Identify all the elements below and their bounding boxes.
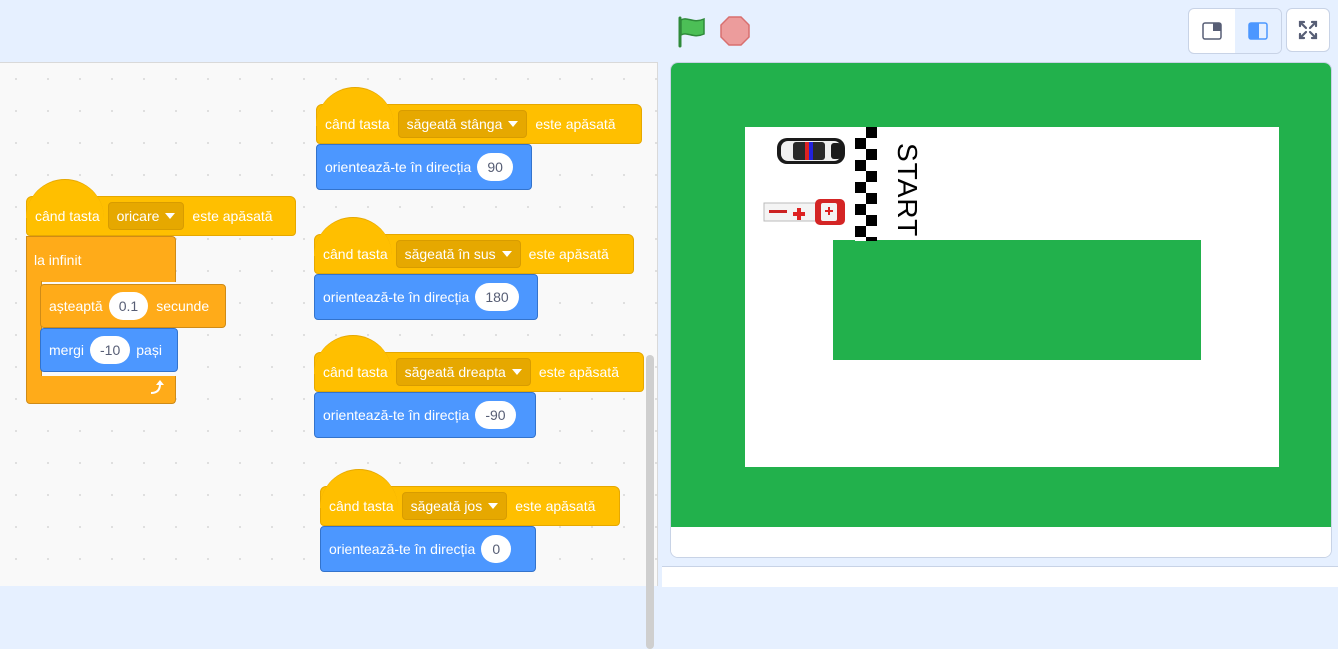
stop-icon[interactable] bbox=[718, 14, 752, 48]
direction-input[interactable]: 180 bbox=[475, 283, 519, 311]
green-flag-icon[interactable] bbox=[674, 14, 710, 48]
direction-input[interactable]: 0 bbox=[481, 535, 512, 563]
hat-label-suffix: este apăsată bbox=[535, 116, 616, 132]
move-label: mergi bbox=[49, 342, 85, 358]
key-value: săgeată stânga bbox=[406, 116, 503, 132]
chevron-down-icon bbox=[165, 213, 176, 219]
point-direction-block[interactable]: orientează-te în direcția 180 bbox=[314, 274, 538, 320]
when-up-arrow-hat[interactable]: când tasta săgeată în sus este apăsată bbox=[314, 217, 634, 274]
direction-input[interactable]: 90 bbox=[477, 153, 513, 181]
point-label: orientează-te în direcția bbox=[323, 289, 470, 305]
forever-label: la infinit bbox=[34, 252, 82, 268]
hat-label-suffix: este apăsată bbox=[192, 208, 273, 224]
chevron-down-icon bbox=[501, 251, 512, 257]
loop-arrow-icon bbox=[150, 380, 164, 394]
inner-grass bbox=[833, 240, 1201, 360]
hat-label-suffix: este apăsată bbox=[515, 498, 596, 514]
sprite-info-panel bbox=[662, 566, 1338, 587]
workspace-scrollbar[interactable] bbox=[646, 355, 654, 649]
move-steps-block[interactable]: mergi -10 pași bbox=[40, 328, 178, 372]
small-stage-icon[interactable] bbox=[1189, 9, 1236, 53]
stage-footer bbox=[671, 527, 1331, 557]
when-right-arrow-hat[interactable]: când tasta săgeată dreapta este apăsată bbox=[314, 335, 644, 392]
key-value: săgeată în sus bbox=[404, 246, 496, 262]
hat-label: când tasta bbox=[35, 208, 100, 224]
when-any-key-hat[interactable]: când tasta oricare este apăsată bbox=[26, 179, 296, 236]
fullscreen-icon[interactable] bbox=[1286, 8, 1330, 52]
move-steps-input[interactable]: -10 bbox=[90, 336, 131, 364]
point-label: orientează-te în direcția bbox=[323, 407, 470, 423]
point-direction-block[interactable]: orientează-te în direcția 90 bbox=[316, 144, 532, 190]
direction-input[interactable]: -90 bbox=[475, 401, 516, 429]
hat-label: când tasta bbox=[325, 116, 390, 132]
chevron-down-icon bbox=[508, 121, 519, 127]
key-value: săgeată jos bbox=[410, 498, 483, 514]
key-value: săgeată dreapta bbox=[404, 364, 506, 380]
start-label: START bbox=[892, 143, 923, 238]
point-label: orientează-te în direcția bbox=[329, 541, 476, 557]
key-value: oricare bbox=[116, 208, 160, 224]
forever-footer bbox=[26, 376, 176, 404]
wait-block[interactable]: așteaptă 0.1 secunde bbox=[40, 284, 226, 328]
chevron-down-icon bbox=[488, 503, 499, 509]
wait-seconds-input[interactable]: 0.1 bbox=[108, 292, 149, 320]
hat-label: când tasta bbox=[323, 364, 388, 380]
key-dropdown[interactable]: săgeată în sus bbox=[395, 240, 521, 268]
key-dropdown[interactable]: săgeată jos bbox=[401, 492, 508, 520]
wait-unit-label: secunde bbox=[156, 298, 210, 314]
stage-canvas[interactable]: START bbox=[671, 63, 1331, 527]
point-direction-block[interactable]: orientează-te în direcția -90 bbox=[314, 392, 536, 438]
stage-header bbox=[0, 0, 1338, 62]
point-direction-block[interactable]: orientează-te în direcția 0 bbox=[320, 526, 536, 572]
hat-label-suffix: este apăsată bbox=[538, 364, 619, 380]
point-label: orientează-te în direcția bbox=[325, 159, 472, 175]
when-down-arrow-hat[interactable]: când tasta săgeată jos este apăsată bbox=[320, 469, 620, 526]
hat-label: când tasta bbox=[329, 498, 394, 514]
police-car-sprite[interactable] bbox=[775, 135, 847, 167]
normal-stage-icon[interactable] bbox=[1235, 9, 1281, 53]
key-dropdown[interactable]: săgeată stânga bbox=[397, 110, 528, 138]
key-dropdown[interactable]: oricare bbox=[107, 202, 185, 230]
stage-panel: START bbox=[670, 62, 1332, 558]
move-unit-label: pași bbox=[136, 342, 162, 358]
chevron-down-icon bbox=[511, 369, 522, 375]
ambulance-sprite[interactable] bbox=[763, 197, 847, 227]
stage-size-toggle bbox=[1188, 8, 1282, 54]
checkered-start-line bbox=[855, 127, 877, 241]
hat-label-suffix: este apăsată bbox=[528, 246, 609, 262]
wait-label: așteaptă bbox=[49, 298, 103, 314]
when-left-arrow-hat[interactable]: când tasta săgeată stânga este apăsată bbox=[316, 87, 642, 144]
key-dropdown[interactable]: săgeată dreapta bbox=[395, 358, 531, 386]
hat-label: când tasta bbox=[323, 246, 388, 262]
